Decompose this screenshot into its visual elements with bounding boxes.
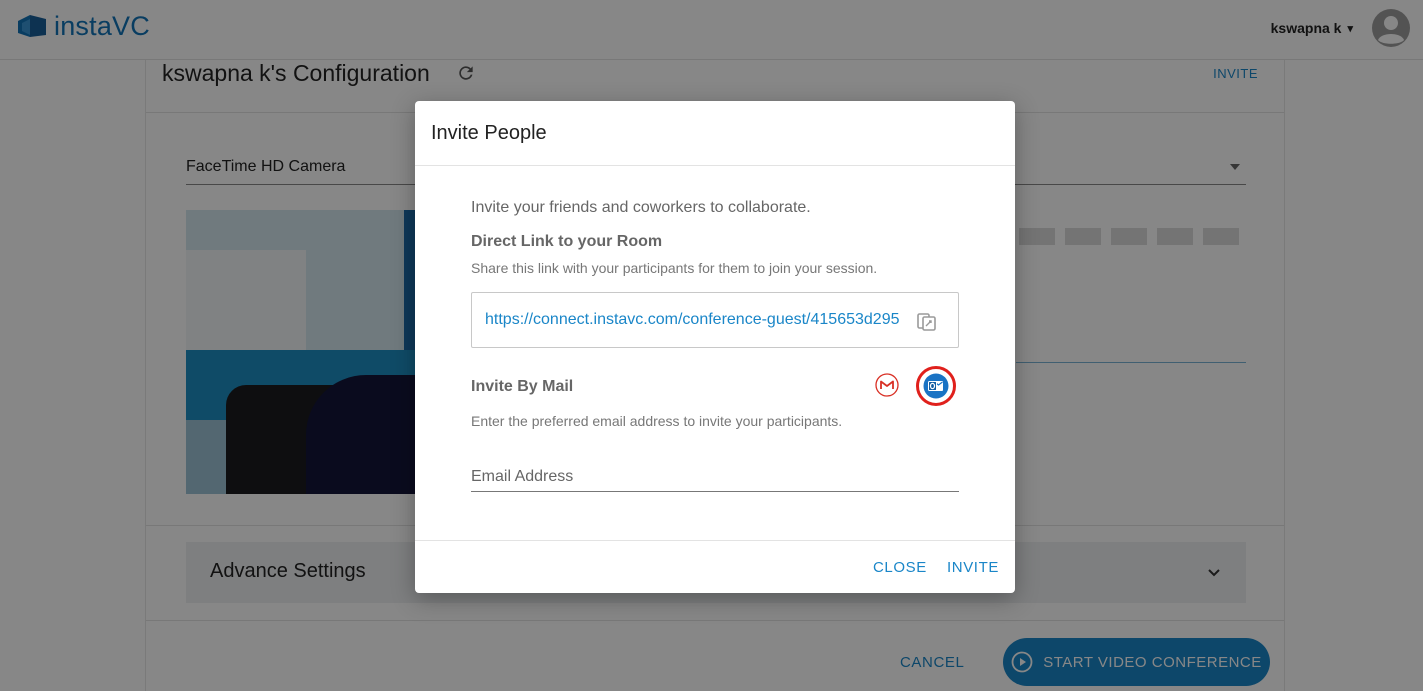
divider xyxy=(415,540,1015,541)
direct-link-description: Share this link with your participants f… xyxy=(471,260,878,276)
invite-people-dialog: Invite People Invite your friends and co… xyxy=(415,101,1015,593)
close-button[interactable]: CLOSE xyxy=(873,559,927,576)
direct-link-heading: Direct Link to your Room xyxy=(471,233,663,250)
copy-icon[interactable] xyxy=(916,310,938,332)
outlook-button[interactable] xyxy=(916,366,956,406)
email-address-field[interactable] xyxy=(471,463,959,492)
room-link[interactable]: https://connect.instavc.com/conference-g… xyxy=(485,311,899,329)
outlook-icon xyxy=(923,373,949,399)
invite-by-mail-description: Enter the preferred email address to inv… xyxy=(471,413,843,429)
dialog-title: Invite People xyxy=(431,122,547,144)
invite-by-mail-heading: Invite By Mail xyxy=(471,378,574,395)
dialog-intro-text: Invite your friends and coworkers to col… xyxy=(471,199,811,216)
gmail-icon[interactable] xyxy=(875,373,899,397)
room-link-box: https://connect.instavc.com/conference-g… xyxy=(471,292,959,348)
divider xyxy=(415,165,1015,166)
invite-button[interactable]: INVITE xyxy=(947,559,999,576)
